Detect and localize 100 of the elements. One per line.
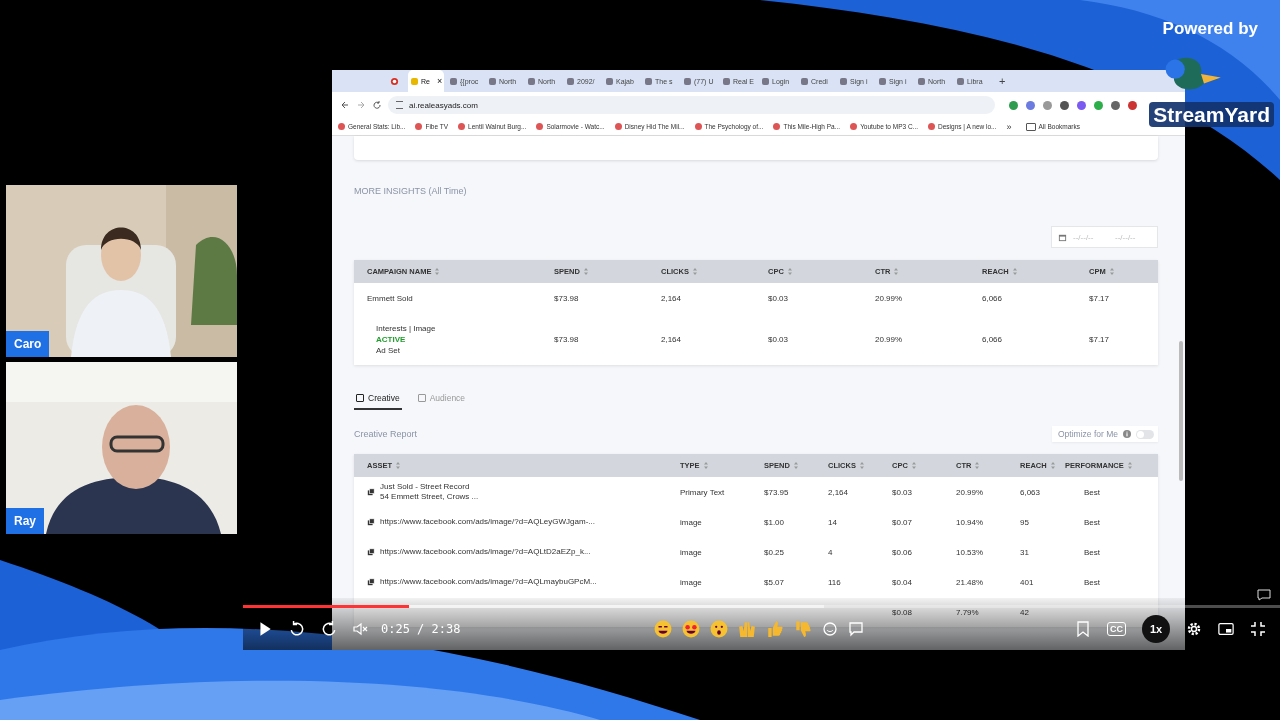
table-cell-text: $7.17 <box>1089 293 1111 303</box>
sort-icon[interactable] <box>975 462 980 469</box>
table-cell-text: 6,066 <box>982 293 1004 303</box>
sort-icon[interactable] <box>793 462 798 469</box>
table-cell: image <box>680 577 702 587</box>
back-icon[interactable] <box>340 100 350 110</box>
table-cell: 2,164 <box>828 487 849 497</box>
table-cell: 7.79% <box>956 607 979 617</box>
report-title: Creative Report <box>354 429 418 439</box>
table-cell: 20.99% <box>956 487 984 497</box>
table-cell: 4 <box>828 547 833 557</box>
muted-speaker-icon[interactable] <box>353 621 369 637</box>
table-cell: 116 <box>828 577 841 587</box>
raised-hands-icon[interactable] <box>738 620 757 638</box>
table-cell-text: $7.17 <box>1089 334 1111 344</box>
sort-icon[interactable] <box>583 268 588 275</box>
table-cell-text: Interests | Image <box>376 322 437 334</box>
table-cell: $0.25 <box>764 547 785 557</box>
table-cell: 42 <box>1020 607 1029 617</box>
table-cell: 6,063 <box>1020 487 1041 497</box>
page-tab[interactable]: Creative <box>354 391 402 410</box>
thumbs-down-icon[interactable] <box>794 620 813 638</box>
rewind-icon[interactable] <box>289 621 305 637</box>
time-display: 0:25 / 2:38 <box>381 622 461 636</box>
play-icon[interactable] <box>257 621 273 637</box>
asset-text: https://www.facebook.com/ads/image/?d=AQLeyGWJgam-... <box>380 517 595 527</box>
start-date-input[interactable]: --/--/-- <box>1073 232 1109 242</box>
table-cell: Best <box>1084 517 1100 527</box>
sort-icon[interactable] <box>911 462 916 469</box>
table-cell: Primary Text <box>680 487 725 497</box>
sort-icon[interactable] <box>703 462 708 469</box>
table-cell: $5.07 <box>764 577 785 587</box>
sort-icon[interactable] <box>1109 268 1114 275</box>
table-cell: $0.07 <box>892 517 913 527</box>
chat-icon[interactable] <box>1257 589 1271 601</box>
table-cell: $0.03 <box>892 487 913 497</box>
table-cell: $0.06 <box>892 547 913 557</box>
table-cell-text: $0.03 <box>768 334 790 344</box>
table-cell-text: Emmett Sold <box>367 292 414 304</box>
table-cell-text: 20.99% <box>875 293 904 303</box>
surprised-face-icon[interactable] <box>710 620 729 638</box>
section-title: MORE INSIGHTS (All Time) <box>354 186 468 196</box>
sort-icon[interactable] <box>396 462 400 469</box>
copy-icon[interactable] <box>367 548 375 556</box>
comment-icon[interactable] <box>848 621 865 637</box>
new-tab-button[interactable]: + <box>999 75 1006 87</box>
table-cell-text: $73.98 <box>554 293 580 303</box>
copy-icon[interactable] <box>367 578 375 586</box>
forward-icon[interactable] <box>356 100 366 110</box>
progress-bar[interactable] <box>243 605 1280 608</box>
asset-text: https://www.facebook.com/ads/image/?d=AQLmaybuGPcM... <box>380 577 597 587</box>
exit-fullscreen-icon[interactable] <box>1250 621 1266 637</box>
table-cell-text: $0.03 <box>768 293 790 303</box>
scrollbar-thumb[interactable] <box>1179 341 1183 481</box>
participant-name-label: Caro <box>6 331 50 357</box>
add-reaction-icon[interactable] <box>822 621 839 637</box>
miniplayer-icon[interactable] <box>1218 621 1234 637</box>
settings-icon[interactable] <box>1186 621 1202 637</box>
optimize-label: Optimize for Me <box>1058 429 1118 439</box>
powered-by-caption: Powered by <box>1162 19 1258 39</box>
address-bar[interactable]: ai.realeasyads.com <box>388 96 995 114</box>
bookmark-icon[interactable] <box>1075 621 1091 637</box>
info-icon[interactable] <box>1123 430 1131 438</box>
heart-eyes-face-icon[interactable] <box>682 620 701 638</box>
sort-icon[interactable] <box>859 462 864 469</box>
asset-text: https://www.facebook.com/ads/image/?d=AQLtD2aEZp_k... <box>380 547 591 557</box>
sort-icon[interactable] <box>692 268 697 275</box>
end-date-input[interactable]: --/--/-- <box>1115 232 1151 242</box>
table-cell: $73.95 <box>764 487 789 497</box>
table-cell-text: $73.98 <box>554 334 580 344</box>
asset-text: 54 Emmett Street, Crows ... <box>380 492 479 502</box>
laughing-face-icon[interactable] <box>654 620 673 638</box>
fast-forward-icon[interactable] <box>321 621 337 637</box>
table-cell: 14 <box>828 517 837 527</box>
record-icon[interactable] <box>390 76 399 86</box>
more-bookmarks-button[interactable]: » <box>1006 121 1012 132</box>
table-cell: 401 <box>1020 577 1034 587</box>
sort-icon[interactable] <box>435 268 440 275</box>
thumbs-up-icon[interactable] <box>766 620 785 638</box>
sort-icon[interactable] <box>894 268 899 275</box>
table-cell: image <box>680 547 702 557</box>
sort-icon[interactable] <box>1012 268 1017 275</box>
table-cell: image <box>680 517 702 527</box>
asset-text: Just Sold - Street Record <box>380 482 471 492</box>
table-cell-text: 6,066 <box>982 334 1004 344</box>
sort-icon[interactable] <box>1127 462 1132 469</box>
table-cell: 10.53% <box>956 547 984 557</box>
table-cell-text: Ad Set <box>376 344 401 356</box>
table-cell-text: 2,164 <box>661 334 683 344</box>
sort-icon[interactable] <box>1050 462 1055 469</box>
sort-icon[interactable] <box>787 268 792 275</box>
copy-icon[interactable] <box>367 488 375 496</box>
calendar-icon <box>1058 232 1067 242</box>
toggle-switch[interactable] <box>1136 429 1154 439</box>
table-cell: $0.04 <box>892 577 913 587</box>
table-cell-text: 20.99% <box>875 334 904 344</box>
reload-icon[interactable] <box>372 100 382 110</box>
table-cell: 10.94% <box>956 517 984 527</box>
table-cell: Best <box>1084 547 1100 557</box>
copy-icon[interactable] <box>367 518 375 526</box>
